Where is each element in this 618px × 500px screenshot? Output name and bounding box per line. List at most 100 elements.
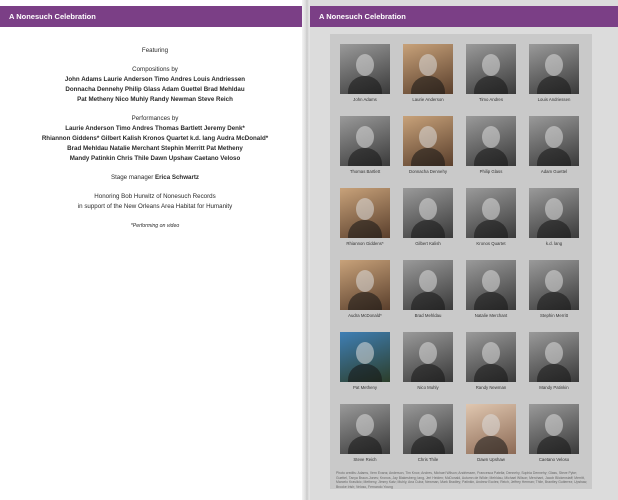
video-footnote: *Performing on video bbox=[130, 223, 180, 229]
portrait-photo bbox=[403, 44, 453, 94]
portrait-shoulders-shape bbox=[537, 436, 571, 454]
right-header-banner: A Nonesuch Celebration bbox=[310, 6, 618, 27]
portrait-card: Brad Mehldau bbox=[399, 260, 457, 318]
portrait-shoulders-shape bbox=[411, 76, 445, 94]
performances-list: Laurie Anderson Timo Andres Thomas Bartl… bbox=[40, 124, 270, 164]
portrait-name: Audra McDonald* bbox=[348, 313, 382, 318]
portrait-photo bbox=[529, 404, 579, 454]
portrait-photo bbox=[529, 188, 579, 238]
portrait-shoulders-shape bbox=[348, 436, 382, 454]
portrait-grid: John Adams Laurie Anderson Timo Andres Loui… bbox=[330, 34, 592, 462]
portrait-name: Gilbert Kalish bbox=[415, 241, 441, 246]
portrait-shoulders-shape bbox=[537, 364, 571, 382]
portrait-name: Chris Thile bbox=[417, 457, 439, 462]
portrait-card: Laurie Anderson bbox=[399, 44, 457, 102]
portrait-name: Dawn Upshaw bbox=[477, 457, 505, 462]
portrait-card: Natalie Merchant bbox=[462, 260, 520, 318]
portrait-name: Donnacha Dennehy bbox=[409, 169, 447, 174]
photo-credits: Photo credits: Adams, Vern Evans; Anders… bbox=[336, 471, 588, 489]
compositions-line: John Adams Laurie Anderson Timo Andres L… bbox=[64, 76, 246, 83]
portrait-name: Thomas Bartlett bbox=[349, 169, 381, 174]
portrait-card: Timo Andres bbox=[462, 44, 520, 102]
portrait-name: Philip Glass bbox=[479, 169, 503, 174]
stage-manager-label: Stage manager bbox=[110, 174, 154, 181]
portrait-shoulders-shape bbox=[348, 292, 382, 310]
portrait-head-shape bbox=[419, 126, 437, 148]
portrait-shoulders-shape bbox=[474, 292, 508, 310]
portrait-card: John Adams bbox=[336, 44, 394, 102]
portrait-card: Nico Muhly bbox=[399, 332, 457, 390]
portrait-shoulders-shape bbox=[474, 148, 508, 166]
portrait-head-shape bbox=[356, 270, 374, 292]
portrait-head-shape bbox=[545, 198, 563, 220]
portrait-name: Steve Reich bbox=[353, 457, 377, 462]
portrait-card: k.d. lang bbox=[525, 188, 583, 246]
portrait-photo bbox=[340, 116, 390, 166]
portrait-photo bbox=[340, 404, 390, 454]
portrait-photo bbox=[403, 260, 453, 310]
portrait-card: Steve Reich bbox=[336, 404, 394, 462]
portrait-name: Randy Newman bbox=[475, 385, 507, 390]
portrait-head-shape bbox=[482, 342, 500, 364]
honoring-note: Honoring Bob Hurwitz of Nonesuch Records… bbox=[40, 192, 270, 212]
portrait-head-shape bbox=[482, 270, 500, 292]
compositions-line: Donnacha Dennehy Philip Glass Adam Guett… bbox=[65, 86, 245, 93]
portrait-name: John Adams bbox=[353, 97, 377, 102]
portrait-head-shape bbox=[482, 414, 500, 436]
featuring-heading: Featuring bbox=[141, 47, 169, 54]
portrait-photo bbox=[466, 404, 516, 454]
portrait-photo bbox=[340, 188, 390, 238]
portrait-photo bbox=[466, 188, 516, 238]
portrait-name: Nico Muhly bbox=[417, 385, 439, 390]
portrait-head-shape bbox=[356, 198, 374, 220]
portrait-shoulders-shape bbox=[348, 364, 382, 382]
stage-manager: Stage manager Erica Schwartz bbox=[40, 173, 270, 183]
portrait-head-shape bbox=[356, 342, 374, 364]
portrait-photo bbox=[403, 404, 453, 454]
portrait-name: Mandy Patinkin bbox=[539, 385, 569, 390]
portrait-name: Rhiannon Giddens* bbox=[346, 241, 384, 246]
compositions-list: John Adams Laurie Anderson Timo Andres L… bbox=[40, 75, 270, 105]
portrait-card: Thomas Bartlett bbox=[336, 116, 394, 174]
portrait-shoulders-shape bbox=[348, 76, 382, 94]
portrait-shoulders-shape bbox=[411, 364, 445, 382]
portrait-shoulders-shape bbox=[537, 220, 571, 238]
portrait-card: Louis Andriessen bbox=[525, 44, 583, 102]
portrait-shoulders-shape bbox=[537, 292, 571, 310]
portrait-name: Caetano Veloso bbox=[538, 457, 570, 462]
portrait-head-shape bbox=[482, 198, 500, 220]
portrait-photo bbox=[340, 332, 390, 382]
compositions-heading: Compositions by bbox=[132, 66, 178, 73]
portrait-name: Natalie Merchant bbox=[474, 313, 508, 318]
portrait-card: Chris Thile bbox=[399, 404, 457, 462]
portrait-card: Philip Glass bbox=[462, 116, 520, 174]
portrait-shoulders-shape bbox=[474, 220, 508, 238]
portrait-card: Dawn Upshaw bbox=[462, 404, 520, 462]
portrait-head-shape bbox=[545, 342, 563, 364]
portrait-name: Brad Mehldau bbox=[414, 313, 442, 318]
portrait-head-shape bbox=[419, 198, 437, 220]
portrait-shoulders-shape bbox=[537, 148, 571, 166]
portrait-photo bbox=[529, 44, 579, 94]
portrait-photo bbox=[466, 332, 516, 382]
portrait-head-shape bbox=[545, 414, 563, 436]
compositions-line: Pat Metheny Nico Muhly Randy Newman Stev… bbox=[77, 96, 233, 103]
portrait-head-shape bbox=[545, 126, 563, 148]
portrait-name: Timo Andres bbox=[479, 97, 503, 102]
left-header-banner: A Nonesuch Celebration bbox=[0, 6, 306, 27]
portrait-card: Donnacha Dennehy bbox=[399, 116, 457, 174]
portrait-photo bbox=[529, 116, 579, 166]
portrait-name: Kronos Quartet bbox=[476, 241, 506, 246]
portrait-photo bbox=[340, 260, 390, 310]
portrait-shoulders-shape bbox=[537, 76, 571, 94]
left-header-title: A Nonesuch Celebration bbox=[9, 12, 96, 21]
portrait-photo bbox=[403, 188, 453, 238]
portrait-name: Louis Andriessen bbox=[537, 97, 571, 102]
portrait-card: Mandy Patinkin bbox=[525, 332, 583, 390]
portrait-photo bbox=[403, 332, 453, 382]
portrait-card: Caetano Veloso bbox=[525, 404, 583, 462]
portrait-shoulders-shape bbox=[411, 292, 445, 310]
portrait-photo bbox=[466, 116, 516, 166]
portrait-shoulders-shape bbox=[348, 148, 382, 166]
portrait-card: Pat Metheny bbox=[336, 332, 394, 390]
